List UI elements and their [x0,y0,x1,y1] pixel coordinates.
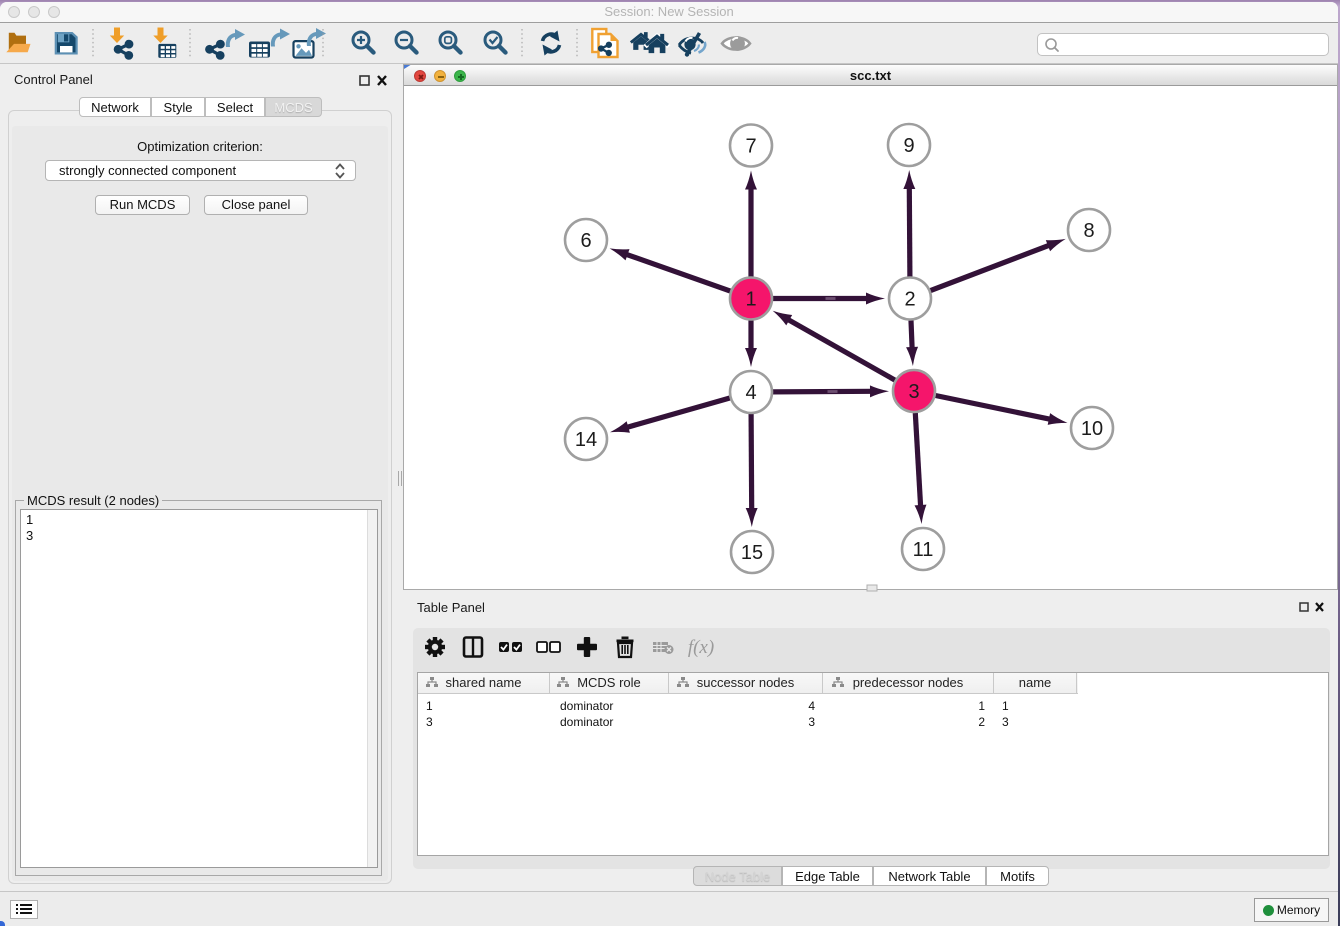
svg-text:9: 9 [903,135,914,157]
svg-text:1: 1 [745,289,756,311]
svg-text:2: 2 [904,289,915,311]
svg-text:15: 15 [741,542,763,564]
svg-text:7: 7 [745,136,756,158]
svg-text:6: 6 [580,230,591,252]
svg-text:11: 11 [913,539,934,561]
svg-text:8: 8 [1083,220,1094,242]
svg-text:f(x): f(x) [688,637,714,658]
svg-text:10: 10 [1081,418,1103,440]
svg-text:4: 4 [745,382,756,404]
svg-text:3: 3 [908,381,919,403]
svg-text:14: 14 [575,429,597,451]
